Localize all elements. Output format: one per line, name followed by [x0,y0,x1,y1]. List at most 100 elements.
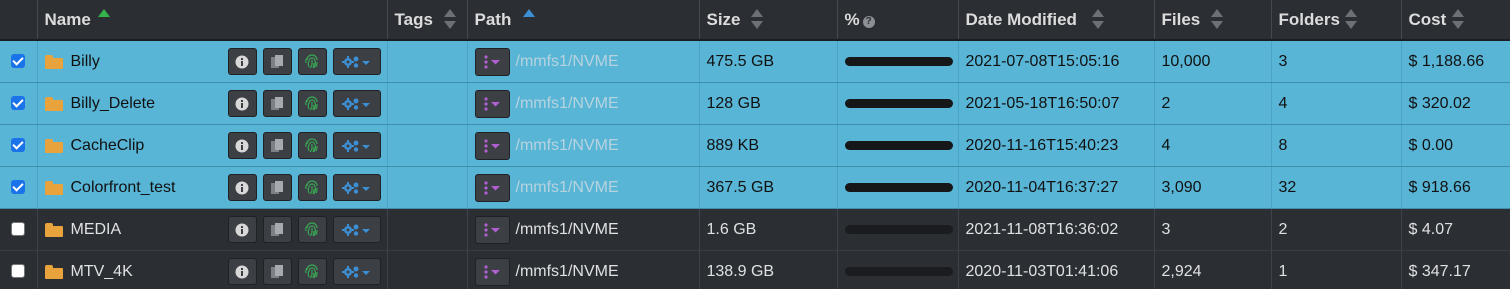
sort-icon[interactable] [1210,7,1223,33]
tags-cell[interactable] [387,208,468,251]
header-date-label: Date Modified [965,9,1077,29]
header-percent-label: % [844,9,860,29]
path-menu-button[interactable] [474,47,510,76]
folder-icon [44,264,63,279]
table-row[interactable]: Colorfront_test /mmfs1/NVME 367.5 GB 202… [0,166,1510,209]
path-menu-button[interactable] [474,173,510,202]
cost-cell: $ 0.00 [1401,124,1510,167]
copy-button[interactable] [262,258,292,285]
sort-icon[interactable] [1451,7,1464,33]
cost-cell: $ 1,188.66 [1401,40,1510,83]
name-cell: Billy [37,40,388,83]
info-button[interactable] [227,258,257,285]
row-checkbox[interactable] [11,264,26,279]
sort-ascending-icon[interactable] [97,7,110,33]
name-cell: MTV_4K [37,250,388,289]
header-tags[interactable]: Tags [387,0,468,41]
header-size[interactable]: Size [699,0,838,41]
folder-name[interactable]: MEDIA [71,221,222,239]
sort-icon[interactable] [1344,7,1357,33]
settings-dropdown-button[interactable] [332,48,381,75]
path-cell: /mmfs1/NVME [467,250,700,289]
path-menu-button[interactable] [474,131,510,160]
folder-name[interactable]: Colorfront_test [71,179,222,197]
copy-button[interactable] [262,132,292,159]
settings-dropdown-button[interactable] [332,90,381,117]
header-folders[interactable]: Folders [1271,0,1402,41]
info-button[interactable] [227,216,257,243]
path-menu-button[interactable] [474,215,510,244]
folders-cell: 3 [1271,40,1402,83]
row-checkbox[interactable] [11,54,26,69]
fingerprint-button[interactable] [297,48,327,75]
more-vertical-icon [484,222,500,237]
fingerprint-button[interactable] [297,174,327,201]
fingerprint-icon [305,263,318,278]
table-row[interactable]: MEDIA /mmfs1/NVME 1.6 GB 2021-11-08T16:3… [0,208,1510,251]
copy-button[interactable] [262,48,292,75]
folder-name[interactable]: CacheClip [71,137,222,155]
table-row[interactable]: MTV_4K /mmfs1/NVME 138.9 GB 2020-11-03T0… [0,250,1510,289]
tags-cell[interactable] [387,166,468,209]
fingerprint-icon [305,179,318,194]
sort-ascending-icon[interactable] [522,7,535,33]
files-cell: 2 [1154,82,1272,125]
copy-button[interactable] [262,174,292,201]
info-button[interactable] [227,90,257,117]
gears-icon [341,139,370,152]
info-button[interactable] [227,174,257,201]
path-text[interactable]: /mmfs1/NVME [516,263,619,281]
tags-cell[interactable] [387,250,468,289]
tags-cell[interactable] [387,124,468,167]
fingerprint-button[interactable] [297,132,327,159]
folder-name[interactable]: Billy_Delete [71,95,222,113]
table-row[interactable]: Billy_Delete /mmfs1/NVME 128 GB 2021-05-… [0,82,1510,125]
sort-icon[interactable] [443,7,456,33]
help-icon[interactable]: ? [862,15,875,28]
table-row[interactable]: Billy /mmfs1/NVME 475.5 GB 2021-07-08T15… [0,40,1510,83]
folder-name[interactable]: MTV_4K [71,263,222,281]
files-cell: 3,090 [1154,166,1272,209]
sort-icon[interactable] [750,7,763,33]
path-text[interactable]: /mmfs1/NVME [516,179,619,197]
settings-dropdown-button[interactable] [332,258,381,285]
row-checkbox[interactable] [11,138,26,153]
header-files[interactable]: Files [1154,0,1272,41]
header-name[interactable]: Name [37,0,388,41]
header-cost[interactable]: Cost [1401,0,1510,41]
copy-button[interactable] [262,90,292,117]
info-button[interactable] [227,48,257,75]
info-button[interactable] [227,132,257,159]
tags-cell[interactable] [387,40,468,83]
row-checkbox[interactable] [11,222,26,237]
tags-cell[interactable] [387,82,468,125]
path-text[interactable]: /mmfs1/NVME [516,95,619,113]
path-text[interactable]: /mmfs1/NVME [516,137,619,155]
fingerprint-button[interactable] [297,216,327,243]
info-icon [235,265,249,278]
row-checkbox[interactable] [11,96,26,111]
settings-dropdown-button[interactable] [332,132,381,159]
header-size-label: Size [706,9,741,29]
select-cell [0,250,38,289]
settings-dropdown-button[interactable] [332,216,381,243]
header-path[interactable]: Path [467,0,700,41]
path-text[interactable]: /mmfs1/NVME [516,53,619,71]
header-percent[interactable]: %? [837,0,959,41]
copy-icon [271,55,283,68]
copy-button[interactable] [262,216,292,243]
fingerprint-button[interactable] [297,90,327,117]
percent-cell [837,40,959,83]
files-cell: 10,000 [1154,40,1272,83]
folder-name[interactable]: Billy [71,53,222,71]
header-date-modified[interactable]: Date Modified [958,0,1155,41]
path-menu-button[interactable] [474,257,510,286]
row-checkbox[interactable] [11,180,26,195]
path-menu-button[interactable] [474,89,510,118]
table-row[interactable]: CacheClip /mmfs1/NVME 889 KB 2020-11-16T… [0,124,1510,167]
path-text[interactable]: /mmfs1/NVME [516,221,619,239]
sort-icon[interactable] [1091,7,1104,33]
file-table: Name Tags Path Size %? Date Modified Fil… [0,0,1510,289]
fingerprint-button[interactable] [297,258,327,285]
settings-dropdown-button[interactable] [332,174,381,201]
